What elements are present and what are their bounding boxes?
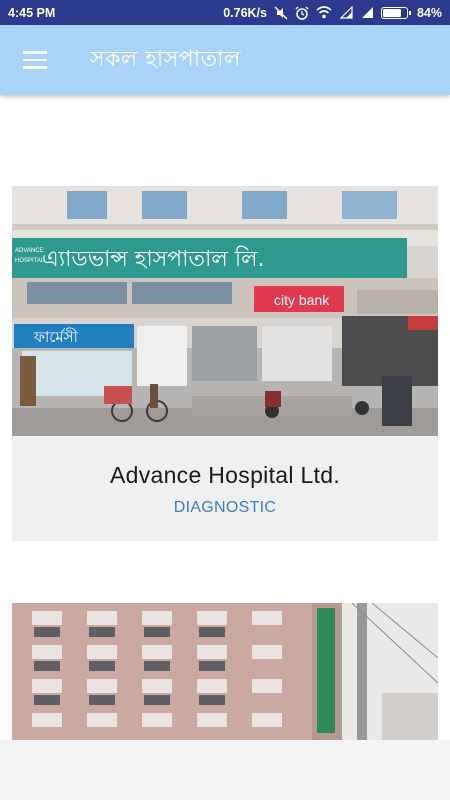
battery-icon — [380, 6, 411, 19]
hamburger-menu-icon[interactable] — [0, 25, 70, 95]
battery-percent: 84% — [416, 5, 442, 20]
bottom-area — [0, 740, 450, 800]
network-speed: 0.76K/s — [223, 5, 267, 20]
banner-sign-text: এ্যাডভান্স হাসপাতাল লি. — [42, 246, 265, 272]
hospital-photo-illustration: এ্যাডভান্স হাসপাতাল লি. ADVANCE HOSPITAL… — [12, 186, 438, 436]
hospital-card-text: Advance Hospital Ltd. DIAGNOSTIC — [12, 436, 438, 541]
status-icons: 0.76K/s 84% — [223, 6, 442, 20]
banner-english-text-2: HOSPITAL — [15, 258, 45, 264]
hospital-photo — [12, 603, 438, 740]
hospital-card[interactable] — [12, 603, 438, 740]
alarm-icon — [295, 5, 309, 20]
battery-fill — [382, 8, 401, 17]
signal-icon — [339, 6, 353, 19]
app-bar: সকল হাসপাতাল — [0, 25, 450, 95]
mute-icon — [274, 5, 288, 20]
wifi-icon — [316, 6, 332, 19]
bank-sign-text: city bank — [274, 292, 330, 308]
page-title: সকল হাসপাতাল — [90, 46, 241, 72]
pharmacy-sign-text: ফার্মেসী — [33, 328, 79, 346]
hospital-category: DIAGNOSTIC — [173, 499, 277, 516]
hospital-photo-illustration — [12, 603, 438, 740]
hospital-card[interactable]: এ্যাডভান্স হাসপাতাল লি. ADVANCE HOSPITAL… — [12, 186, 438, 541]
signal-icon — [361, 7, 373, 18]
banner-english-text: ADVANCE — [15, 248, 44, 254]
hospital-photo: এ্যাডভান্স হাসপাতাল লি. ADVANCE HOSPITAL… — [12, 186, 438, 436]
status-time: 4:45 PM — [8, 5, 56, 20]
status-bar: 4:45 PM 0.76K/s 84% — [0, 0, 450, 25]
hospital-name: Advance Hospital Ltd. — [109, 462, 341, 488]
hospital-list[interactable]: এ্যাডভান্স হাসপাতাল লি. ADVANCE HOSPITAL… — [0, 95, 450, 740]
